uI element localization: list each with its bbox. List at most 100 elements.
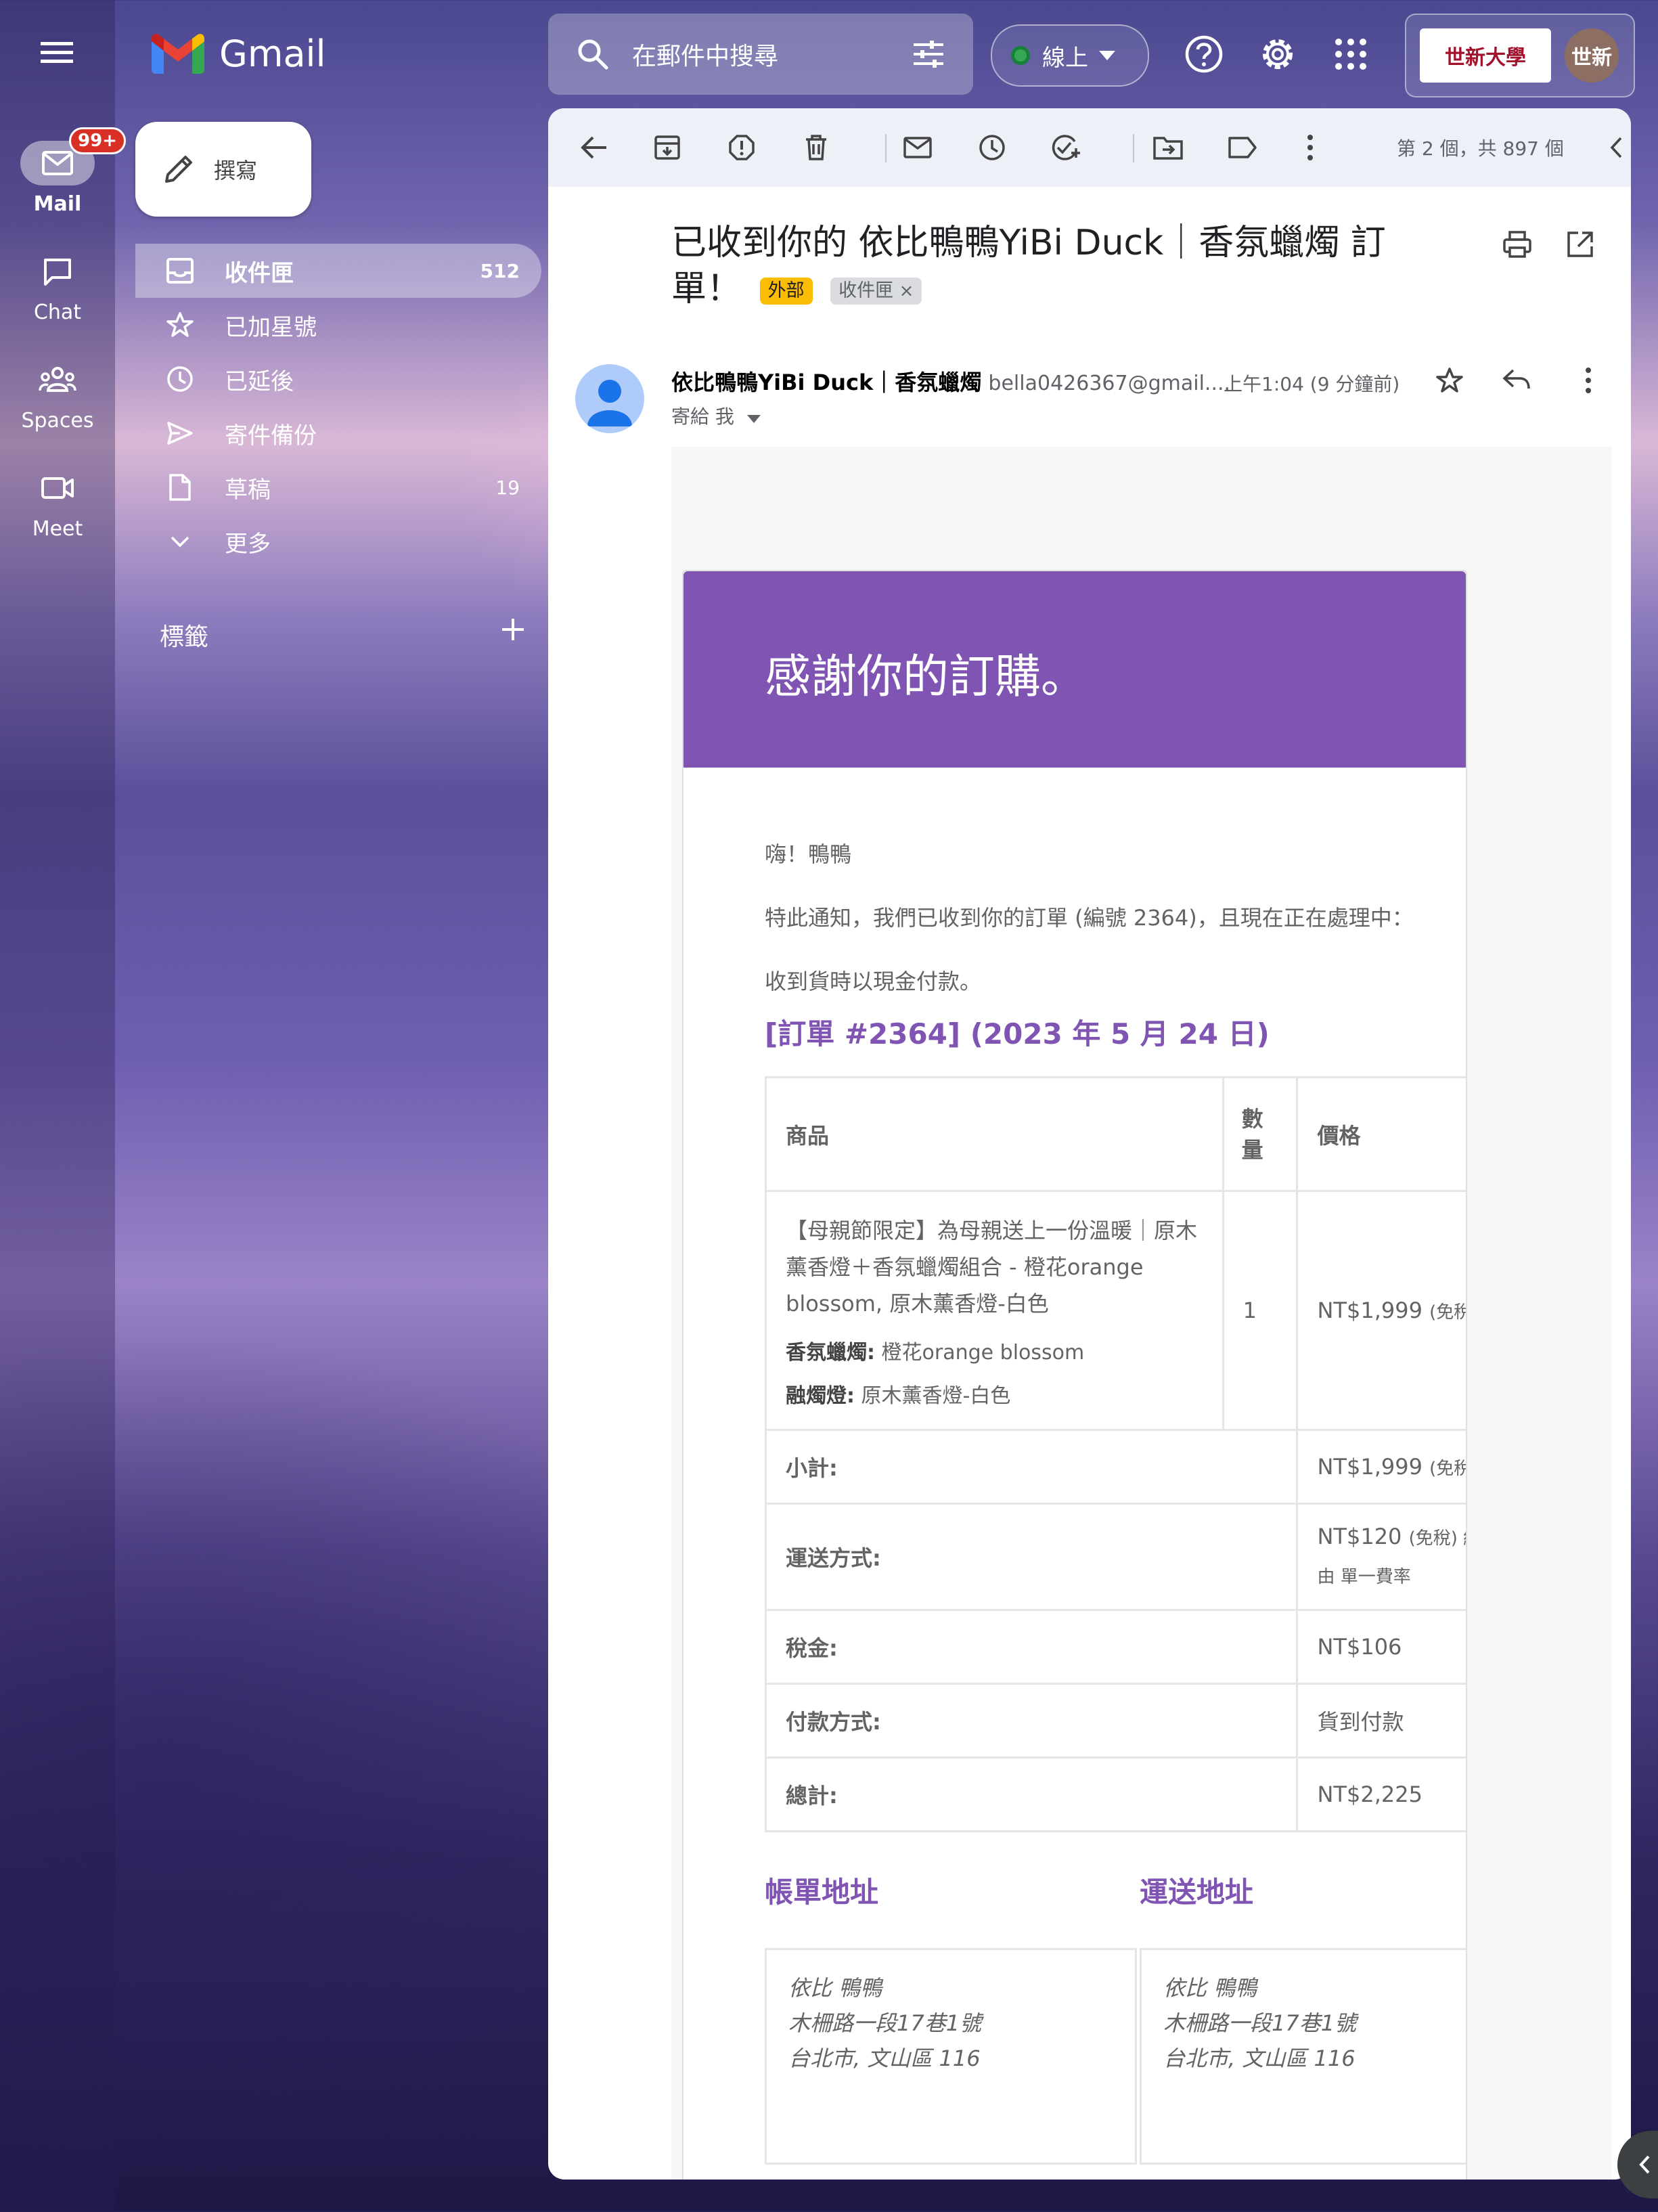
report-spam-icon[interactable]: [724, 130, 759, 165]
star-message-icon[interactable]: [1436, 367, 1463, 397]
sidebar-item-label: 已加星號: [225, 313, 317, 341]
status-selector[interactable]: 線上: [991, 24, 1149, 87]
summary-label: 小計:: [764, 1429, 1299, 1505]
billing-address-title: 帳單地址: [765, 1876, 879, 1909]
archive-icon[interactable]: [650, 130, 685, 165]
recipient-text: 寄給 我: [671, 405, 734, 428]
summary-value: NT$106: [1296, 1609, 1466, 1685]
summary-row-shipping: 運送方式: NT$120 (免稅) 經由 單一費率: [764, 1503, 1466, 1611]
gmail-logo[interactable]: Gmail: [152, 30, 326, 77]
inbox-label-chip[interactable]: 收件匣 ×: [830, 278, 922, 305]
draft-count: 19: [495, 476, 520, 499]
search-bar[interactable]: 在郵件中搜尋: [548, 14, 973, 95]
chevron-down-icon: [746, 415, 761, 423]
star-icon: [165, 310, 195, 340]
sidebar-item-inbox[interactable]: 收件匣 512: [135, 244, 541, 298]
search-input[interactable]: 在郵件中搜尋: [632, 37, 912, 72]
draft-file-icon: [165, 472, 195, 502]
mark-unread-icon[interactable]: [900, 130, 935, 165]
sidebar-item-label: 寄件備份: [225, 422, 317, 449]
chevron-left-icon: [1639, 2155, 1650, 2174]
address-line: 木柵路一段17巷1號: [1163, 2010, 1357, 2036]
table-row: 【母親節限定】為母親送上一份溫暖｜原木薰香燈＋香氛蠟燭組合 - 橙花orange…: [765, 1190, 1466, 1431]
labels-section-header: 標籤: [160, 617, 525, 652]
open-new-window-icon[interactable]: [1566, 230, 1594, 261]
external-chip: 外部: [759, 278, 813, 305]
message-more-icon[interactable]: [1585, 367, 1592, 397]
rail-item-spaces[interactable]: Spaces: [0, 357, 115, 433]
main-menu-icon[interactable]: [35, 35, 79, 73]
email-banner: 感謝你的訂購。: [684, 571, 1466, 768]
summary-value: NT$1,999 (免稅): [1296, 1429, 1466, 1505]
sidebar-item-more[interactable]: 更多: [135, 514, 541, 569]
more-vert-icon[interactable]: [1293, 130, 1328, 165]
help-icon[interactable]: [1178, 28, 1230, 80]
product-option: 融燭燈: 原木薰香燈-白色: [786, 1384, 1011, 1408]
rail-label-spaces: Spaces: [21, 409, 94, 433]
chevron-down-icon: [165, 527, 195, 556]
price-cell: NT$1,999 (免稅): [1296, 1190, 1466, 1431]
message-panel: 第 2 個，共 897 個 已收到你的 依比鴨鴨YiBi Duck｜香氛蠟燭 訂…: [548, 108, 1631, 2180]
rail-item-mail[interactable]: 99+ Mail: [0, 127, 126, 216]
rail-item-meet[interactable]: Meet: [0, 466, 115, 541]
sidebar-item-snoozed[interactable]: 已延後: [135, 352, 541, 406]
chat-icon: [20, 249, 95, 294]
email-body: 嗨！鴨鴨 特此通知，我們已收到你的訂單 (編號 2364)，且現在正在處理中： …: [765, 841, 1466, 1033]
back-arrow-icon[interactable]: [577, 130, 612, 165]
sender-avatar: [575, 364, 644, 433]
address-line: 依比 鴨鴨: [788, 1975, 882, 2001]
recipient-toggle[interactable]: 寄給 我: [671, 402, 761, 429]
sidebar-item-label: 草稿: [225, 476, 271, 504]
quantity-cell: 1: [1222, 1190, 1299, 1431]
email-content-card: 感謝你的訂購。 嗨！鴨鴨 特此通知，我們已收到你的訂單 (編號 2364)，且現…: [682, 570, 1467, 2180]
rail-item-chat[interactable]: Chat: [0, 249, 115, 324]
chevron-left-icon[interactable]: [1598, 130, 1631, 165]
move-to-folder-icon[interactable]: [1150, 130, 1186, 165]
billing-address: 依比 鴨鴨 木柵路一段17巷1號 台北市, 文山區 116: [765, 1948, 1137, 2165]
pencil-icon: [165, 156, 192, 183]
message-subject: 已收到你的 依比鴨鴨YiBi Duck｜香氛蠟燭 訂單！ 外部 收件匣 ×: [671, 220, 1422, 312]
address-line: 台北市, 文山區 116: [788, 2045, 981, 2071]
address-line: 依比 鴨鴨: [1163, 1975, 1257, 2001]
user-avatar[interactable]: 世新: [1565, 28, 1619, 83]
product-cell: 【母親節限定】為母親送上一份溫暖｜原木薰香燈＋香氛蠟燭組合 - 橙花orange…: [765, 1190, 1224, 1431]
video-camera-icon: [20, 466, 95, 510]
pagination-text: 第 2 個，共 897 個: [1397, 137, 1564, 160]
summary-label: 稅金:: [764, 1609, 1299, 1685]
labels-title: 標籤: [160, 623, 209, 651]
apps-grid-icon[interactable]: [1325, 28, 1376, 80]
column-header-product: 商品: [765, 1076, 1224, 1192]
compose-button[interactable]: 撰寫: [135, 122, 311, 217]
add-to-tasks-icon[interactable]: [1048, 130, 1083, 165]
rail-label-mail: Mail: [33, 192, 82, 216]
account-switcher[interactable]: 世新大學 世新: [1405, 14, 1635, 97]
order-table: 商品 數量 價格 【母親節限定】為母親送上一份溫暖｜原木薰香燈＋香氛蠟燭組合 -…: [764, 1076, 1466, 1832]
snooze-clock-icon[interactable]: [974, 130, 1010, 165]
print-icon[interactable]: [1502, 230, 1532, 261]
greeting: 嗨！鴨鴨: [765, 841, 852, 867]
gmail-m-icon: [152, 34, 204, 74]
sidebar-item-starred[interactable]: 已加星號: [135, 298, 541, 352]
toolbar-divider: [885, 134, 887, 162]
summary-row-total: 總計: NT$2,225: [764, 1756, 1466, 1832]
add-label-icon[interactable]: [501, 617, 525, 642]
settings-gear-icon[interactable]: [1252, 28, 1303, 80]
summary-value: NT$120 (免稅) 經由 單一費率: [1296, 1503, 1466, 1611]
reply-icon[interactable]: [1502, 368, 1531, 394]
status-label: 線上: [1042, 44, 1088, 72]
search-icon[interactable]: [577, 38, 609, 70]
search-options-icon[interactable]: [912, 39, 945, 69]
sidebar-item-drafts[interactable]: 草稿 19: [135, 460, 541, 514]
product-name: 【母親節限定】為母親送上一份溫暖｜原木薰香燈＋香氛蠟燭組合 - 橙花orange…: [786, 1218, 1198, 1317]
label-tag-icon[interactable]: [1225, 130, 1260, 165]
inbox-icon: [165, 256, 195, 286]
summary-value: 貨到付款: [1296, 1683, 1466, 1758]
sidebar-item-sent[interactable]: 寄件備份: [135, 406, 541, 460]
summary-label: 付款方式:: [764, 1683, 1299, 1758]
address-line: 木柵路一段17巷1號: [788, 2010, 982, 2036]
message-toolbar: 第 2 個，共 897 個: [548, 108, 1631, 187]
summary-row-tax: 稅金: NT$106: [764, 1609, 1466, 1685]
unread-count: 512: [480, 259, 520, 282]
trash-icon[interactable]: [799, 130, 834, 165]
sidebar-item-label: 更多: [225, 530, 271, 558]
